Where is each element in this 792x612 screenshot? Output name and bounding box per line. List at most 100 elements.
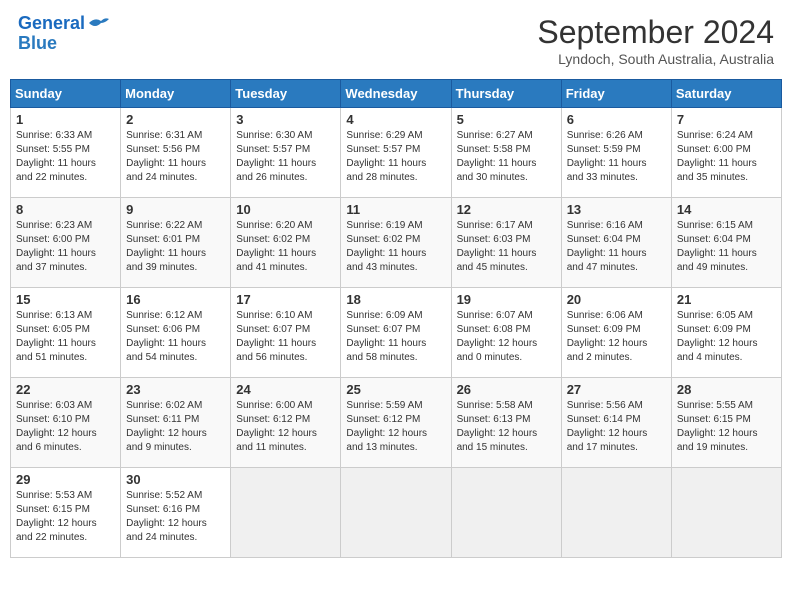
day-info: Sunrise: 6:16 AM Sunset: 6:04 PM Dayligh…	[567, 219, 666, 275]
day-info: Sunrise: 5:56 AM Sunset: 6:14 PM Dayligh…	[567, 399, 666, 455]
calendar-cell: 15 Sunrise: 6:13 AM Sunset: 6:05 PM Dayl…	[11, 288, 121, 378]
day-number: 11	[346, 202, 445, 217]
day-number: 12	[457, 202, 556, 217]
calendar-cell: 9 Sunrise: 6:22 AM Sunset: 6:01 PM Dayli…	[121, 198, 231, 288]
calendar-cell: 2 Sunrise: 6:31 AM Sunset: 5:56 PM Dayli…	[121, 108, 231, 198]
daylight-label: Daylight: 11 hours and 58 minutes.	[346, 338, 426, 363]
day-info: Sunrise: 6:02 AM Sunset: 6:11 PM Dayligh…	[126, 399, 225, 455]
logo: General Blue	[18, 14, 109, 54]
day-info: Sunrise: 6:05 AM Sunset: 6:09 PM Dayligh…	[677, 309, 776, 365]
calendar-cell: 22 Sunrise: 6:03 AM Sunset: 6:10 PM Dayl…	[11, 378, 121, 468]
day-info: Sunrise: 5:59 AM Sunset: 6:12 PM Dayligh…	[346, 399, 445, 455]
sunrise-label: Sunrise: 6:23 AM	[16, 220, 92, 231]
day-header-sunday: Sunday	[11, 80, 121, 108]
day-info: Sunrise: 6:23 AM Sunset: 6:00 PM Dayligh…	[16, 219, 115, 275]
calendar-cell: 1 Sunrise: 6:33 AM Sunset: 5:55 PM Dayli…	[11, 108, 121, 198]
day-info: Sunrise: 6:33 AM Sunset: 5:55 PM Dayligh…	[16, 129, 115, 185]
daylight-label: Daylight: 11 hours and 35 minutes.	[677, 158, 757, 183]
day-info: Sunrise: 6:30 AM Sunset: 5:57 PM Dayligh…	[236, 129, 335, 185]
calendar-cell: 10 Sunrise: 6:20 AM Sunset: 6:02 PM Dayl…	[231, 198, 341, 288]
daylight-label: Daylight: 11 hours and 54 minutes.	[126, 338, 206, 363]
daylight-label: Daylight: 12 hours and 24 minutes.	[126, 518, 207, 543]
sunset-label: Sunset: 6:13 PM	[457, 414, 531, 425]
day-number: 1	[16, 112, 115, 127]
sunset-label: Sunset: 6:15 PM	[16, 504, 90, 515]
sunset-label: Sunset: 6:07 PM	[236, 324, 310, 335]
day-info: Sunrise: 6:29 AM Sunset: 5:57 PM Dayligh…	[346, 129, 445, 185]
calendar-cell	[561, 468, 671, 558]
day-number: 10	[236, 202, 335, 217]
day-info: Sunrise: 6:15 AM Sunset: 6:04 PM Dayligh…	[677, 219, 776, 275]
calendar-table: SundayMondayTuesdayWednesdayThursdayFrid…	[10, 79, 782, 558]
day-info: Sunrise: 6:27 AM Sunset: 5:58 PM Dayligh…	[457, 129, 556, 185]
day-number: 16	[126, 292, 225, 307]
calendar-week-row: 29 Sunrise: 5:53 AM Sunset: 6:15 PM Dayl…	[11, 468, 782, 558]
daylight-label: Daylight: 12 hours and 2 minutes.	[567, 338, 648, 363]
day-info: Sunrise: 6:06 AM Sunset: 6:09 PM Dayligh…	[567, 309, 666, 365]
calendar-cell: 28 Sunrise: 5:55 AM Sunset: 6:15 PM Dayl…	[671, 378, 781, 468]
day-info: Sunrise: 6:07 AM Sunset: 6:08 PM Dayligh…	[457, 309, 556, 365]
daylight-label: Daylight: 11 hours and 51 minutes.	[16, 338, 96, 363]
sunrise-label: Sunrise: 6:15 AM	[677, 220, 753, 231]
sunrise-label: Sunrise: 6:24 AM	[677, 130, 753, 141]
daylight-label: Daylight: 11 hours and 22 minutes.	[16, 158, 96, 183]
day-info: Sunrise: 5:52 AM Sunset: 6:16 PM Dayligh…	[126, 489, 225, 545]
day-info: Sunrise: 6:17 AM Sunset: 6:03 PM Dayligh…	[457, 219, 556, 275]
sunrise-label: Sunrise: 5:52 AM	[126, 490, 202, 501]
daylight-label: Daylight: 11 hours and 28 minutes.	[346, 158, 426, 183]
sunrise-label: Sunrise: 6:03 AM	[16, 400, 92, 411]
calendar-cell: 27 Sunrise: 5:56 AM Sunset: 6:14 PM Dayl…	[561, 378, 671, 468]
sunset-label: Sunset: 6:11 PM	[126, 414, 199, 425]
sunrise-label: Sunrise: 6:06 AM	[567, 310, 643, 321]
day-number: 14	[677, 202, 776, 217]
month-title: September 2024	[537, 14, 774, 51]
calendar-week-row: 8 Sunrise: 6:23 AM Sunset: 6:00 PM Dayli…	[11, 198, 782, 288]
day-number: 20	[567, 292, 666, 307]
sunset-label: Sunset: 6:02 PM	[236, 234, 310, 245]
sunset-label: Sunset: 6:04 PM	[677, 234, 751, 245]
day-number: 7	[677, 112, 776, 127]
day-number: 19	[457, 292, 556, 307]
daylight-label: Daylight: 11 hours and 47 minutes.	[567, 248, 647, 273]
calendar-cell: 30 Sunrise: 5:52 AM Sunset: 6:16 PM Dayl…	[121, 468, 231, 558]
daylight-label: Daylight: 11 hours and 56 minutes.	[236, 338, 316, 363]
sunrise-label: Sunrise: 6:16 AM	[567, 220, 643, 231]
sunset-label: Sunset: 6:08 PM	[457, 324, 531, 335]
daylight-label: Daylight: 11 hours and 24 minutes.	[126, 158, 206, 183]
sunrise-label: Sunrise: 6:20 AM	[236, 220, 312, 231]
daylight-label: Daylight: 11 hours and 26 minutes.	[236, 158, 316, 183]
sunrise-label: Sunrise: 6:05 AM	[677, 310, 753, 321]
day-info: Sunrise: 6:26 AM Sunset: 5:59 PM Dayligh…	[567, 129, 666, 185]
sunset-label: Sunset: 6:00 PM	[16, 234, 90, 245]
daylight-label: Daylight: 12 hours and 15 minutes.	[457, 428, 538, 453]
day-info: Sunrise: 5:58 AM Sunset: 6:13 PM Dayligh…	[457, 399, 556, 455]
sunset-label: Sunset: 6:12 PM	[236, 414, 310, 425]
day-number: 26	[457, 382, 556, 397]
sunset-label: Sunset: 6:16 PM	[126, 504, 200, 515]
calendar-week-row: 1 Sunrise: 6:33 AM Sunset: 5:55 PM Dayli…	[11, 108, 782, 198]
daylight-label: Daylight: 12 hours and 22 minutes.	[16, 518, 97, 543]
sunset-label: Sunset: 5:55 PM	[16, 144, 90, 155]
day-number: 9	[126, 202, 225, 217]
sunrise-label: Sunrise: 5:53 AM	[16, 490, 92, 501]
sunrise-label: Sunrise: 6:26 AM	[567, 130, 643, 141]
day-number: 24	[236, 382, 335, 397]
calendar-cell: 17 Sunrise: 6:10 AM Sunset: 6:07 PM Dayl…	[231, 288, 341, 378]
calendar-header-row: SundayMondayTuesdayWednesdayThursdayFrid…	[11, 80, 782, 108]
calendar-cell: 23 Sunrise: 6:02 AM Sunset: 6:11 PM Dayl…	[121, 378, 231, 468]
day-number: 15	[16, 292, 115, 307]
location: Lyndoch, South Australia, Australia	[537, 51, 774, 67]
daylight-label: Daylight: 11 hours and 39 minutes.	[126, 248, 206, 273]
day-number: 29	[16, 472, 115, 487]
day-info: Sunrise: 6:24 AM Sunset: 6:00 PM Dayligh…	[677, 129, 776, 185]
day-number: 5	[457, 112, 556, 127]
sunrise-label: Sunrise: 6:33 AM	[16, 130, 92, 141]
day-number: 8	[16, 202, 115, 217]
sunrise-label: Sunrise: 5:56 AM	[567, 400, 643, 411]
day-number: 21	[677, 292, 776, 307]
sunset-label: Sunset: 5:59 PM	[567, 144, 641, 155]
sunrise-label: Sunrise: 6:29 AM	[346, 130, 422, 141]
sunrise-label: Sunrise: 5:59 AM	[346, 400, 422, 411]
calendar-cell: 3 Sunrise: 6:30 AM Sunset: 5:57 PM Dayli…	[231, 108, 341, 198]
calendar-cell	[451, 468, 561, 558]
